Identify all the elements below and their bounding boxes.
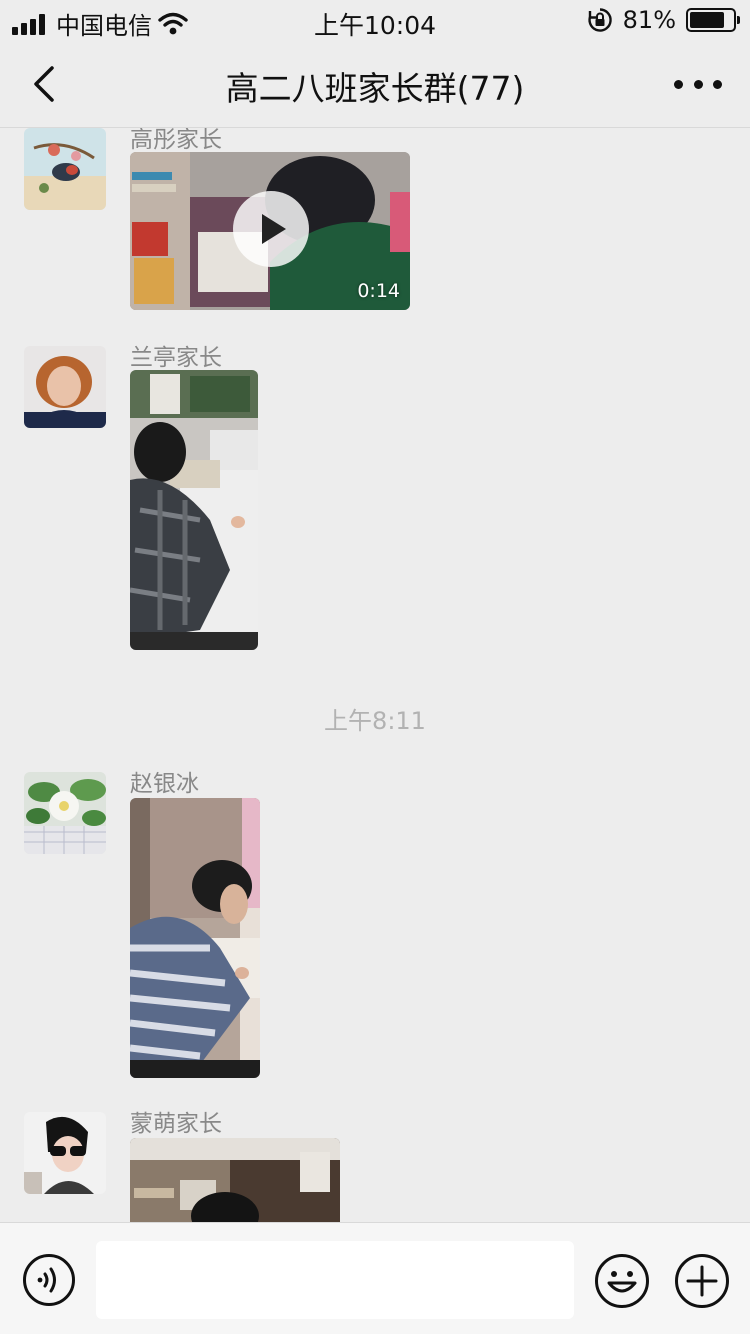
emoji-icon	[595, 1254, 649, 1308]
sender-name: 蒙萌家长	[130, 1111, 222, 1137]
battery-icon	[686, 8, 740, 32]
chat-title: 高二八班家长群(77)	[225, 69, 525, 108]
avatar[interactable]	[24, 346, 106, 428]
message-item: 高彤家长 0:14	[0, 128, 750, 318]
battery-percent: 81%	[622, 6, 676, 34]
voice-button[interactable]	[22, 1253, 76, 1307]
status-bar: 中国电信 上午10:04 81%	[0, 0, 750, 44]
chat-screen: 中国电信 上午10:04 81% 高二八班家长群(77) 高彤家长 0:14 兰…	[0, 0, 750, 1334]
chat-image[interactable]	[130, 1138, 340, 1222]
voice-icon	[23, 1254, 75, 1306]
more-icon	[674, 79, 683, 89]
avatar[interactable]	[24, 128, 106, 210]
sender-name: 兰亭家长	[130, 345, 222, 371]
avatar[interactable]	[24, 1112, 106, 1194]
message-input[interactable]	[96, 1241, 574, 1319]
video-thumbnail[interactable]: 0:14	[130, 152, 410, 310]
rotation-lock-icon	[588, 8, 612, 32]
chat-image[interactable]	[130, 370, 258, 650]
battery-fill	[690, 12, 725, 28]
more-button[interactable]	[674, 70, 722, 98]
message-item: 兰亭家长	[0, 338, 750, 658]
message-item: 赵银冰	[0, 768, 750, 1088]
plus-icon	[675, 1254, 729, 1308]
sender-name: 赵银冰	[130, 771, 199, 797]
message-list[interactable]: 高彤家长 0:14 兰亭家长 上午8:11 赵银冰 蒙萌家长	[0, 128, 750, 1222]
chat-image[interactable]	[130, 798, 260, 1078]
play-icon[interactable]	[233, 191, 309, 267]
emoji-button[interactable]	[594, 1253, 650, 1309]
plus-button[interactable]	[674, 1253, 730, 1309]
sender-name: 高彤家长	[130, 128, 222, 153]
video-duration: 0:14	[357, 280, 400, 302]
input-bar	[0, 1222, 750, 1334]
message-timestamp: 上午8:11	[324, 707, 426, 735]
nav-bar: 高二八班家长群(77)	[0, 44, 750, 128]
avatar[interactable]	[24, 772, 106, 854]
message-item: 蒙萌家长	[0, 1108, 750, 1222]
